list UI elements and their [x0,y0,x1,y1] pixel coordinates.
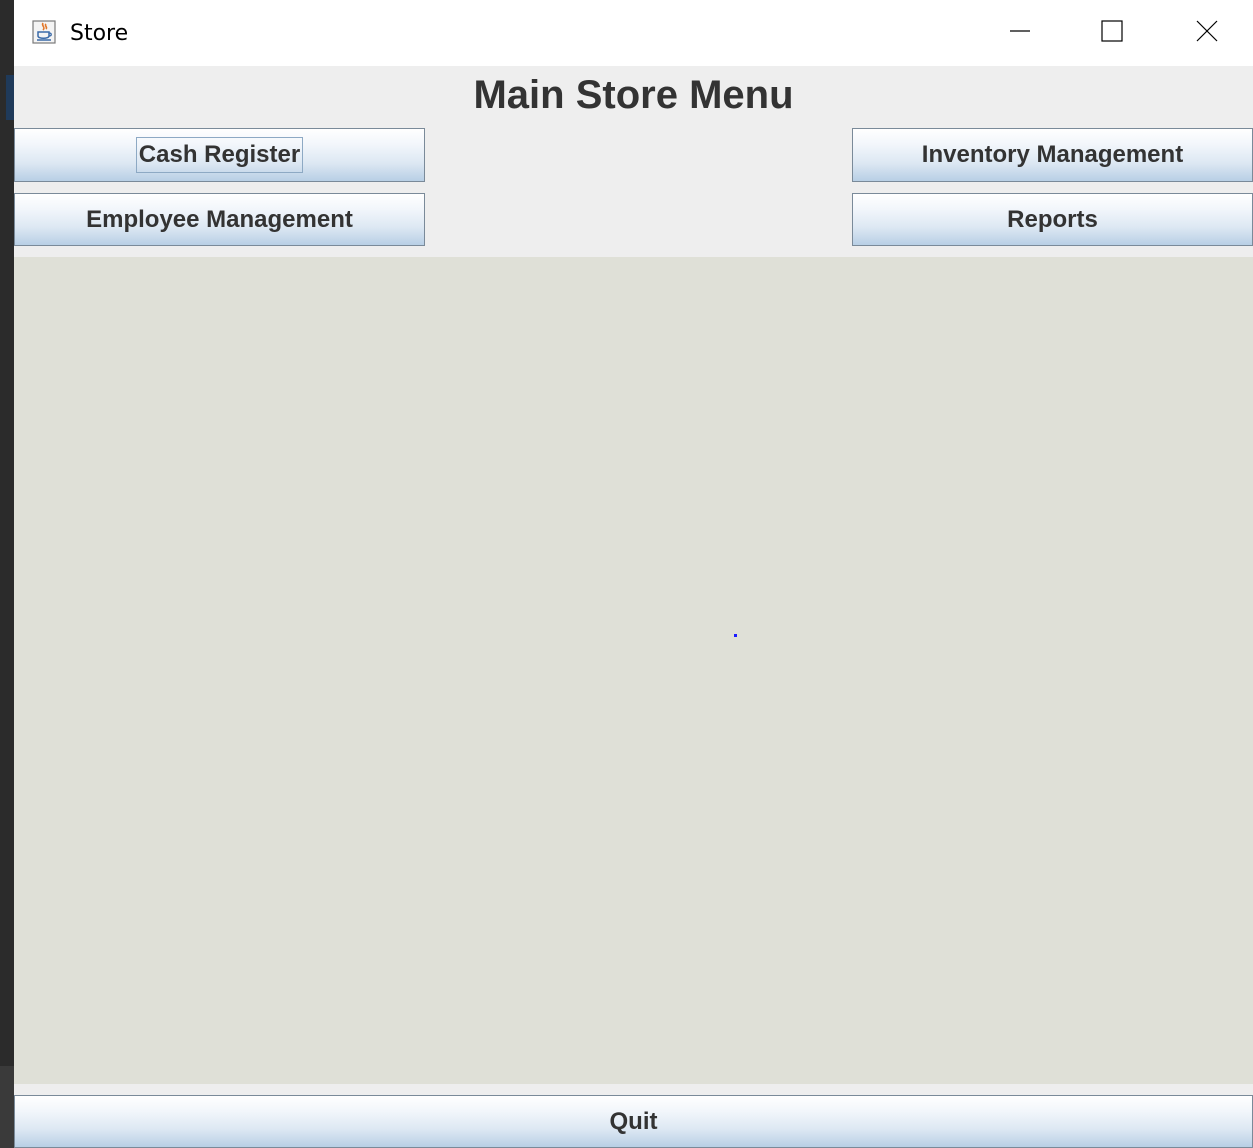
maximize-button[interactable] [1066,0,1158,66]
maximize-icon [1101,19,1123,47]
desktop-background-strip [0,0,14,1148]
employee-management-button[interactable]: Employee Management [14,193,425,246]
desktop-accent [0,1066,14,1148]
minimize-button[interactable] [974,0,1066,66]
employee-management-label: Employee Management [86,205,353,233]
content-panel [14,257,1253,1084]
inventory-management-button[interactable]: Inventory Management [852,128,1253,182]
window-title: Store [70,21,129,46]
title-bar[interactable]: Store [14,0,1253,66]
inventory-management-label: Inventory Management [921,141,1184,168]
quit-button[interactable]: Quit [14,1095,1253,1148]
pixel-dot [734,634,737,637]
reports-label: Reports [1007,205,1098,233]
reports-button[interactable]: Reports [852,193,1253,246]
java-coffee-icon[interactable] [32,20,56,44]
desktop-accent [6,75,14,120]
quit-label: Quit [609,1107,658,1135]
cash-register-button[interactable]: Cash Register [14,128,425,182]
minimize-icon [1009,20,1031,47]
close-icon [1196,20,1218,47]
close-button[interactable] [1161,0,1253,66]
store-window: Store Main Store Menu Cash Register Inve… [14,0,1253,1148]
cash-register-label: Cash Register [135,137,304,173]
page-title: Main Store Menu [473,73,794,117]
